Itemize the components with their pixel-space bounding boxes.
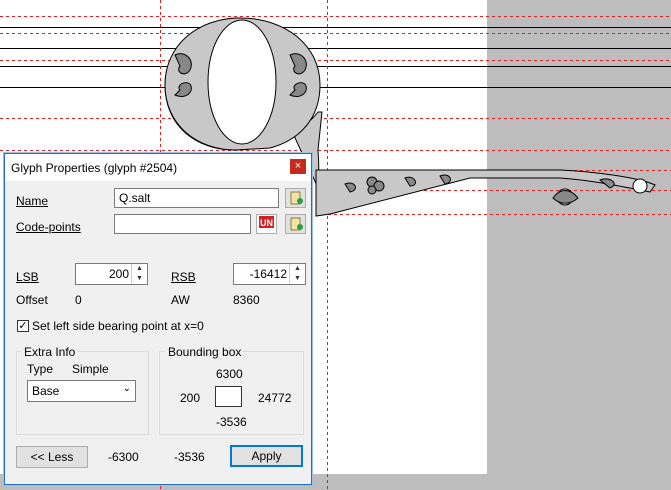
offset-value: 0	[75, 293, 82, 307]
spin-down-icon[interactable]: ▼	[290, 274, 305, 284]
type-label: Type	[27, 362, 54, 376]
name-label: Name	[16, 194, 49, 208]
codepoints-input[interactable]	[114, 214, 251, 234]
close-button[interactable]: ×	[290, 159, 306, 174]
aw-value: 8360	[233, 293, 260, 307]
glyph-properties-dialog: Glyph Properties (glyph #2504) × Name Q.…	[4, 153, 312, 485]
aw-label: AW	[171, 293, 190, 307]
codepoints-label: Code-points	[16, 220, 81, 234]
name-paste-button[interactable]	[285, 188, 306, 208]
bbox-bottom-value: -3536	[216, 415, 247, 429]
footer-y-value: -3536	[174, 450, 205, 464]
glyph-class-value: Base	[32, 384, 60, 398]
name-input[interactable]: Q.salt	[114, 188, 279, 208]
offset-label: Offset	[16, 293, 48, 307]
lsb-origin-checkbox[interactable]: ✓	[17, 320, 29, 332]
apply-button[interactable]: Apply	[230, 445, 303, 467]
codepoints-paste-button[interactable]	[285, 214, 306, 234]
type-value: Simple	[72, 362, 109, 376]
paste-icon	[290, 191, 303, 205]
chevron-down-icon: ⌄	[122, 383, 131, 394]
lsb-origin-checkbox-label[interactable]: Set left side bearing point at x=0	[32, 319, 204, 333]
bbox-right-value: 24772	[258, 391, 292, 405]
extra-info-title: Extra Info	[22, 345, 78, 359]
bbox-top-value: 6300	[216, 367, 243, 381]
lsb-spinbox[interactable]: 200 ▲ ▼	[75, 263, 148, 285]
spin-up-icon[interactable]: ▲	[132, 264, 147, 274]
horizontal-guidelines	[0, 27, 671, 88]
lsb-value: 200	[108, 267, 129, 281]
rsb-spin-arrows[interactable]: ▲ ▼	[289, 264, 305, 284]
footer-x-value: -6300	[108, 450, 139, 464]
bounding-box-title: Bounding box	[166, 345, 244, 359]
less-button[interactable]: << Less	[16, 446, 88, 468]
lsb-label: LSB	[16, 270, 39, 284]
bbox-left-value: 200	[180, 391, 201, 405]
unicode-icon: UN	[259, 216, 274, 228]
rsb-label: RSB	[171, 270, 196, 284]
paste-icon	[290, 217, 303, 231]
spin-up-icon[interactable]: ▲	[290, 264, 305, 274]
svg-text:UN: UN	[260, 218, 273, 228]
lsb-spin-arrows[interactable]: ▲ ▼	[131, 264, 147, 284]
dialog-titlebar[interactable]: Glyph Properties (glyph #2504) ×	[5, 154, 311, 181]
dialog-title: Glyph Properties (glyph #2504)	[11, 161, 178, 175]
spin-down-icon[interactable]: ▼	[132, 274, 147, 284]
rsb-value: -16412	[249, 267, 287, 281]
bbox-preview-box	[215, 386, 242, 407]
unicode-button[interactable]: UN	[256, 214, 277, 234]
glyph-class-select[interactable]: Base ⌄	[27, 380, 136, 402]
rsb-spinbox[interactable]: -16412 ▲ ▼	[233, 263, 306, 285]
